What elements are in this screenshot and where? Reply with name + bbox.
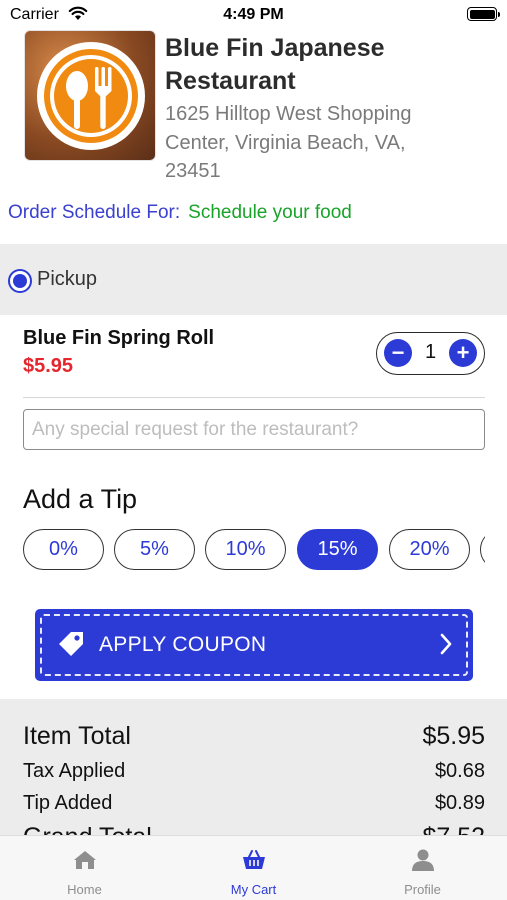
tab-my-cart-label: My Cart (230, 882, 277, 897)
increase-quantity-button[interactable]: + (449, 339, 477, 367)
home-icon (72, 848, 98, 872)
schedule-label: Order Schedule For: (8, 202, 181, 223)
quantity-stepper: − 1 + (376, 332, 485, 375)
basket-icon (241, 848, 267, 872)
cart-item-price: $5.95 (23, 355, 74, 377)
tab-home-label: Home (67, 882, 102, 897)
tab-my-cart[interactable]: My Cart (169, 836, 338, 900)
tip-chip-20[interactable]: 20% (389, 529, 470, 570)
tab-profile[interactable]: Profile (338, 836, 507, 900)
restaurant-name: Blue Fin Japanese Restaurant (165, 34, 385, 95)
person-icon (410, 848, 436, 872)
status-bar: Carrier 4:49 PM (0, 0, 507, 30)
tab-home[interactable]: Home (0, 836, 169, 900)
tip-chip-15[interactable]: 15% (297, 529, 378, 570)
item-total-label: Item Total (23, 722, 131, 750)
tip-chip-more[interactable] (480, 529, 485, 570)
divider (23, 397, 485, 398)
apply-coupon-button[interactable]: APPLY COUPON (35, 609, 473, 681)
tax-label: Tax Applied (23, 760, 126, 782)
tip-added-label: Tip Added (23, 792, 113, 814)
apply-coupon-label: APPLY COUPON (99, 633, 267, 656)
order-schedule: Order Schedule For: Schedule your food (8, 202, 352, 224)
battery-icon (467, 7, 500, 21)
chevron-right-icon (439, 631, 453, 662)
tax-value: $0.68 (434, 760, 485, 782)
tip-chip-5[interactable]: 5% (114, 529, 195, 570)
pickup-radio[interactable] (8, 269, 32, 293)
tip-chip-10[interactable]: 10% (205, 529, 286, 570)
decrease-quantity-button[interactable]: − (384, 339, 412, 367)
quantity-value: 1 (424, 341, 437, 363)
restaurant-logo (24, 30, 156, 161)
order-type-section: Pickup (0, 244, 507, 315)
tip-chip-0[interactable]: 0% (23, 529, 104, 570)
tag-icon (57, 630, 85, 663)
tip-added-value: $0.89 (434, 792, 485, 814)
tab-profile-label: Profile (404, 882, 441, 897)
tab-bar: Home My Cart Profile (0, 835, 507, 900)
restaurant-address: 1625 Hilltop West Shopping Center, Virgi… (165, 103, 412, 182)
tip-title: Add a Tip (23, 484, 138, 514)
special-request-input[interactable] (23, 409, 485, 450)
schedule-link[interactable]: Schedule your food (188, 202, 352, 223)
status-time: 4:49 PM (223, 6, 284, 23)
grand-total-value: $7.52 (422, 823, 485, 835)
fork-spoon-icon (37, 42, 145, 150)
pickup-label[interactable]: Pickup (37, 268, 97, 291)
order-summary: Item Total $5.95 Tax Applied $0.68 Tip A… (0, 699, 507, 835)
grand-total-label: Grand Total (23, 823, 152, 835)
tip-options: 0% 5% 10% 15% 20% (23, 529, 485, 571)
item-total-value: $5.95 (422, 722, 485, 750)
cart-item-name: Blue Fin Spring Roll (23, 327, 215, 349)
